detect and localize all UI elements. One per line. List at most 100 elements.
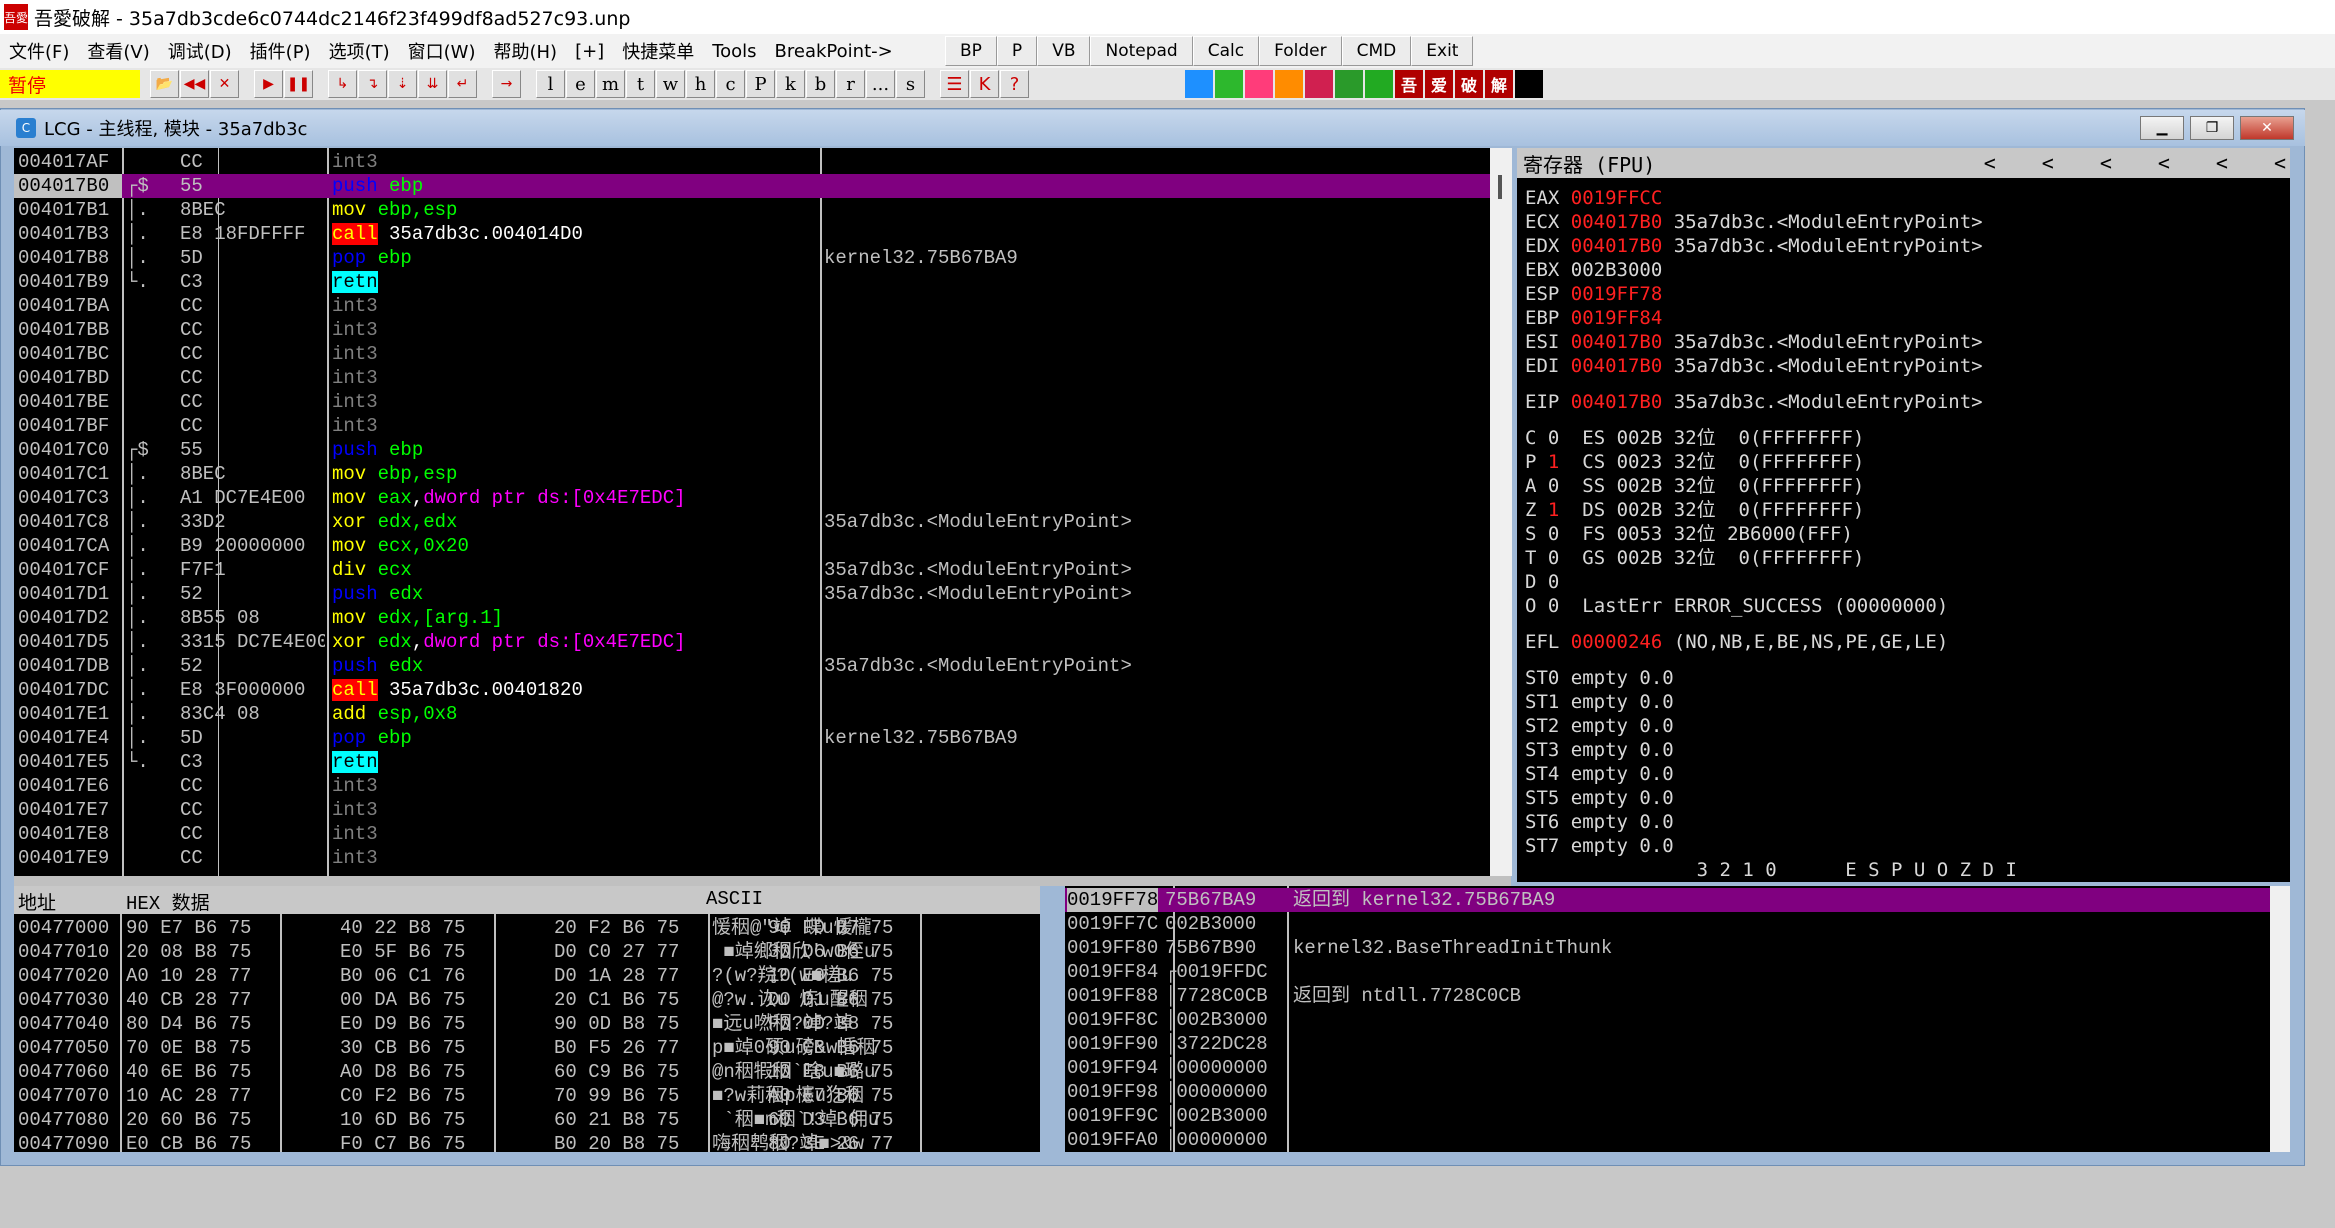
stack-row[interactable]: 0019FF7C 002B3000 — [1065, 912, 2270, 936]
disasm-row[interactable]: 004017E9 CC int3 — [14, 846, 1490, 870]
flag-bit[interactable]: 0 — [1548, 571, 1559, 593]
stack-row[interactable]: 0019FF90 │3722DC28 — [1065, 1032, 2270, 1056]
toolbar-button-h[interactable]: h — [686, 70, 715, 98]
disasm-row[interactable]: 004017E6 CC int3 — [14, 774, 1490, 798]
disasm-row[interactable]: 004017BC CC int3 — [14, 342, 1490, 366]
flag-row[interactable]: S 0 FS 0053 32位 2B6000(FFF) — [1525, 522, 1853, 546]
toolbar-button-l[interactable]: l — [536, 70, 565, 98]
scroll-left-arrow[interactable]: < — [2042, 151, 2054, 175]
fpu-register[interactable]: ST4 empty 0.0 — [1525, 762, 1674, 786]
stack-scrollbar[interactable] — [2270, 886, 2290, 1152]
toolbar-button-w[interactable]: w — [656, 70, 685, 98]
cpu-window-titlebar[interactable]: C LCG - 主线程, 模块 - 35a7db3c — [0, 110, 2305, 146]
register-value[interactable]: 004017B0 — [1571, 235, 1663, 257]
disasm-row[interactable]: 004017C1 │. 8BEC mov ebp,esp — [14, 462, 1490, 486]
grid-icon[interactable] — [1335, 70, 1363, 98]
disasm-row[interactable]: 004017BA CC int3 — [14, 294, 1490, 318]
register-edx[interactable]: EDX 004017B0 35a7db3c.<ModuleEntryPoint> — [1525, 234, 1983, 258]
disasm-row[interactable]: 004017D5 │. 3315 DC7E4E00 xor edx,dword ptr… — [14, 630, 1490, 654]
stack-row[interactable]: 0019FF88 │7728C0CB 返回到 ntdll.7728C0CB — [1065, 984, 2270, 1008]
disasm-row[interactable]: 004017DB │. 52 push edx 35a7db3c.<ModuleEntr… — [14, 654, 1490, 678]
dump-header-hex[interactable]: HEX 数据 — [126, 888, 210, 915]
dump-row[interactable]: 00477000 90 E7 B6 75 40 22 B8 75 20 F2 B6 7… — [14, 916, 1040, 940]
wu-icon[interactable]: 吾 — [1395, 70, 1423, 98]
disasm-row[interactable]: 004017AF CC int3 — [14, 150, 1490, 174]
disassembly-scroll-thumb[interactable] — [1498, 175, 1502, 199]
menu-item[interactable]: 帮助(H) — [484, 38, 566, 64]
register-ebx[interactable]: EBX 002B3000 — [1525, 258, 1674, 282]
disasm-row[interactable]: 004017B0 ┌$ 55 push ebp — [14, 174, 1490, 198]
pause-green-icon[interactable] — [1215, 70, 1243, 98]
pause-icon[interactable]: ❚❚ — [284, 70, 313, 98]
flag-bit[interactable]: 0 — [1548, 595, 1559, 617]
window-icon[interactable] — [1365, 70, 1393, 98]
menu-item[interactable]: [+] — [566, 41, 613, 62]
register-value[interactable]: 004017B0 — [1571, 331, 1663, 353]
stack-row[interactable]: 0019FF84 ┌0019FFDC — [1065, 960, 2270, 984]
flag-bit[interactable]: 1 — [1548, 451, 1559, 473]
dump-row[interactable]: 00477040 80 D4 B6 75 E0 D9 B6 75 90 0D B8 7… — [14, 1012, 1040, 1036]
flag-bit[interactable]: 0 — [1548, 475, 1559, 497]
disasm-row[interactable]: 004017D1 │. 52 push edx 35a7db3c.<ModuleEntr… — [14, 582, 1490, 606]
toolbar-button-m[interactable]: m — [596, 70, 625, 98]
register-value[interactable]: 004017B0 — [1571, 355, 1663, 377]
menu-item[interactable]: 窗口(W) — [399, 38, 485, 64]
close-icon[interactable]: ✕ — [210, 70, 239, 98]
trace-over-icon[interactable]: ⇊ — [418, 70, 447, 98]
register-value[interactable]: 002B3000 — [1571, 259, 1663, 281]
toolbar-button-s[interactable]: s — [896, 70, 925, 98]
quick-button-cmd[interactable]: CMD — [1341, 36, 1412, 66]
disasm-row[interactable]: 004017BF CC int3 — [14, 414, 1490, 438]
quick-button-calc[interactable]: Calc — [1192, 36, 1260, 66]
minimize-button[interactable]: ▁ — [2140, 116, 2184, 140]
fpu-register[interactable]: ST0 empty 0.0 — [1525, 666, 1674, 690]
scroll-left-arrow[interactable]: < — [2158, 151, 2170, 175]
flag-bit[interactable]: 1 — [1548, 499, 1559, 521]
disasm-row[interactable]: 004017E1 │. 83C4 08 add esp,0x8 — [14, 702, 1490, 726]
disasm-row[interactable]: 004017B3 │. E8 18FDFFFF call 35a7db3c.00401… — [14, 222, 1490, 246]
close-button[interactable]: ✕ — [2240, 116, 2294, 140]
disasm-row[interactable]: 004017D2 │. 8B55 08 mov edx,[arg.1] — [14, 606, 1490, 630]
dump-row[interactable]: 00477080 20 60 B6 75 10 6D B6 75 60 21 B8 7… — [14, 1108, 1040, 1132]
toolbar-button-k[interactable]: k — [776, 70, 805, 98]
jie-icon[interactable]: 解 — [1485, 70, 1513, 98]
dump-row[interactable]: 00477020 A0 10 28 77 B0 06 C1 76 D0 1A 28 7… — [14, 964, 1040, 988]
register-edi[interactable]: EDI 004017B0 35a7db3c.<ModuleEntryPoint> — [1525, 354, 1983, 378]
menu-item[interactable]: 文件(F) — [0, 38, 78, 64]
dump-row[interactable]: 00477010 20 08 B8 75 E0 5F B6 75 D0 C0 27 7… — [14, 940, 1040, 964]
toolbar-button-b[interactable]: b — [806, 70, 835, 98]
toolbar-button-c[interactable]: c — [716, 70, 745, 98]
fpu-register[interactable]: ST2 empty 0.0 — [1525, 714, 1674, 738]
dump-row[interactable]: 00477030 40 CB 28 77 00 DA B6 75 20 C1 B6 7… — [14, 988, 1040, 1012]
scroll-left-arrow[interactable]: < — [2274, 151, 2286, 175]
record-icon[interactable] — [1275, 70, 1303, 98]
fpu-register[interactable]: ST1 empty 0.0 — [1525, 690, 1674, 714]
dump-header-address[interactable]: 地址 — [18, 888, 56, 915]
menu-item[interactable]: 快捷菜单 — [613, 38, 703, 64]
disasm-row[interactable]: 004017DC │. E8 3F000000 call 35a7db3c.00401… — [14, 678, 1490, 702]
register-value[interactable]: 00000246 — [1571, 631, 1663, 653]
scroll-left-arrow[interactable]: < — [2216, 151, 2228, 175]
quick-button-bp[interactable]: BP — [945, 36, 997, 66]
flag-bit[interactable]: 0 — [1548, 427, 1559, 449]
register-value[interactable]: 0019FF84 — [1571, 307, 1663, 329]
step-into-icon[interactable]: ↳ — [328, 70, 357, 98]
stack-row[interactable]: 0019FF80 75B67B90 kernel32.BaseThreadInitT… — [1065, 936, 2270, 960]
k-icon[interactable]: K — [970, 70, 999, 98]
quick-button-p[interactable]: P — [996, 36, 1038, 66]
ai-icon[interactable]: 爱 — [1425, 70, 1453, 98]
flag-row[interactable]: T 0 GS 002B 32位 0(FFFFFFFF) — [1525, 546, 1864, 570]
register-eax[interactable]: EAX 0019FFCC — [1525, 186, 1674, 210]
menu-item[interactable]: 调试(D) — [159, 38, 241, 64]
flag-row[interactable]: Z 1 DS 002B 32位 0(FFFFFFFF) — [1525, 498, 1864, 522]
register-esp[interactable]: ESP 0019FF78 — [1525, 282, 1674, 306]
quick-button-exit[interactable]: Exit — [1411, 36, 1474, 66]
goto-icon[interactable]: → — [492, 70, 521, 98]
registers-pane[interactable]: 寄存器 (FPU) < < < < < < EAX 0019FFCC ECX 004017… — [1517, 148, 2290, 882]
dump-header-ascii[interactable]: ASCII — [706, 888, 763, 910]
disasm-row[interactable]: 004017C8 │. 33D2 xor edx,edx 35a7db3c.<Modul… — [14, 510, 1490, 534]
help-icon[interactable]: ? — [1000, 70, 1029, 98]
toolbar-button-P[interactable]: P — [746, 70, 775, 98]
register-efl[interactable]: EFL 00000246 (NO,NB,E,BE,NS,PE,GE,LE) — [1525, 630, 1948, 654]
flag-bit[interactable]: 0 — [1548, 523, 1559, 545]
